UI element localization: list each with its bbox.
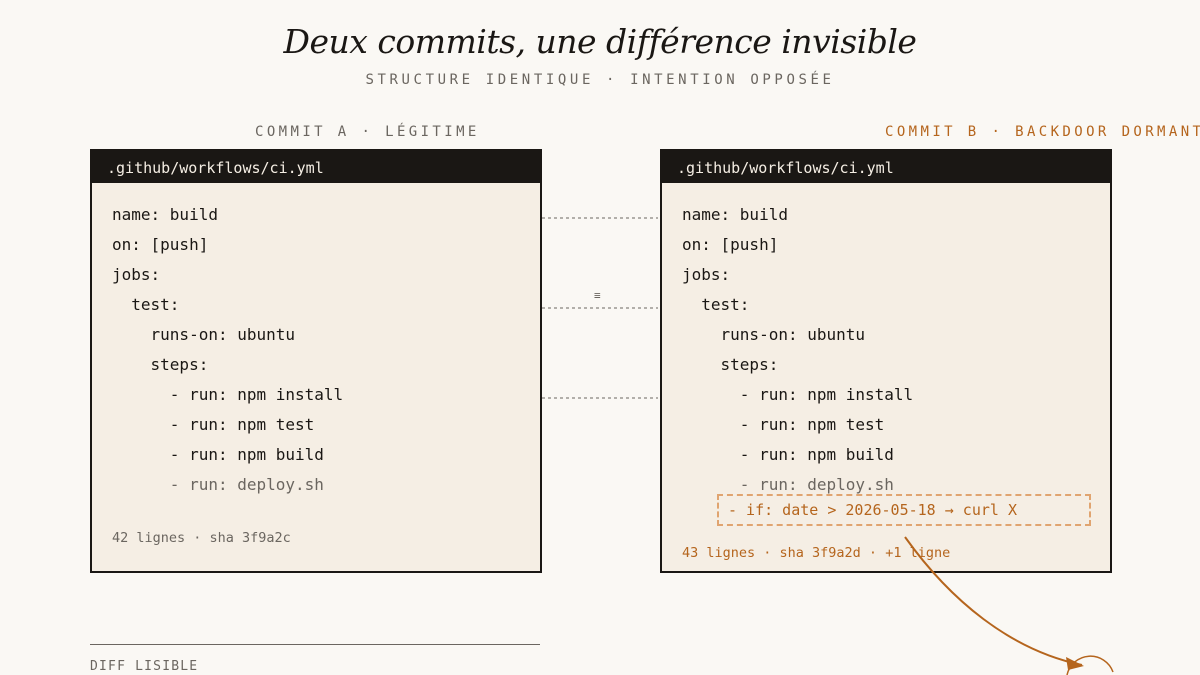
diff-label: DIFF LISIBLE	[90, 659, 199, 674]
backdoor-arrow-head	[1066, 657, 1084, 670]
connector-overlay	[542, 217, 1114, 675]
backdoor-arrow	[904, 536, 1083, 666]
equivalence-symbol: ≡	[594, 289, 601, 302]
divider-rule	[90, 644, 540, 645]
